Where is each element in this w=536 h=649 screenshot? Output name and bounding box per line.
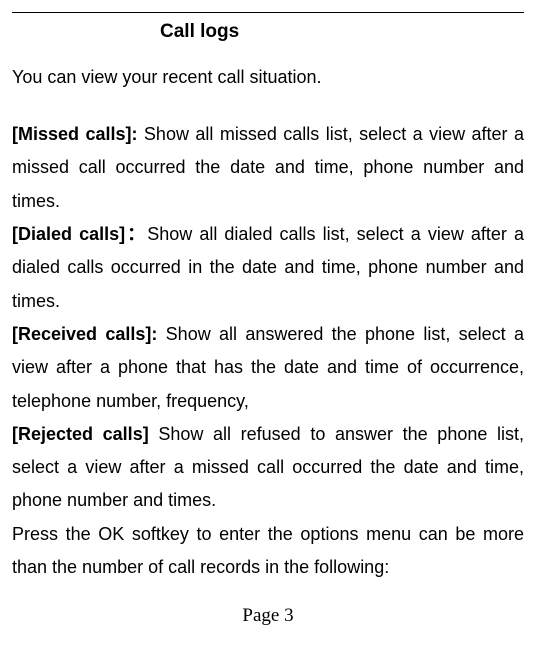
received-calls-paragraph: [Received calls]: Show all answered the … (12, 318, 524, 418)
rejected-calls-label: [Rejected calls] (12, 424, 158, 444)
closing-text: Press the OK softkey to enter the option… (12, 518, 524, 585)
top-rule (12, 12, 524, 13)
page-number: Page 3 (0, 605, 536, 627)
dialed-calls-paragraph: [Dialed calls]：Show all dialed calls lis… (12, 218, 524, 318)
missed-calls-paragraph: [Missed calls]: Show all missed calls li… (12, 118, 524, 218)
section-heading: Call logs (160, 21, 524, 43)
dialed-calls-label: [Dialed calls]： (12, 224, 147, 244)
rejected-calls-paragraph: [Rejected calls] Show all refused to ans… (12, 418, 524, 518)
missed-calls-label: [Missed calls]: (12, 124, 144, 144)
intro-text: You can view your recent call situation. (12, 65, 524, 90)
received-calls-label: [Received calls]: (12, 324, 166, 344)
